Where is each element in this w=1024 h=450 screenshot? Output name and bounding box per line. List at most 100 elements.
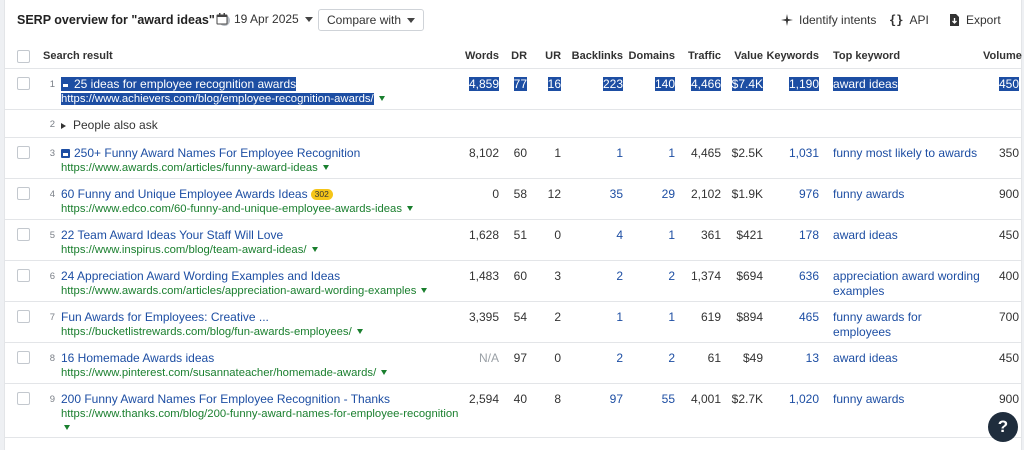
col-volume[interactable]: Volume (983, 44, 1022, 69)
url-dropdown-icon[interactable] (381, 370, 388, 375)
top-keyword-link[interactable]: award ideas (833, 220, 983, 243)
volume-value: 900 (998, 392, 1020, 406)
row-checkbox[interactable] (17, 228, 30, 241)
row-checkbox[interactable] (17, 269, 30, 282)
result-url-link[interactable]: https://www.awards.com/articles/apprecia… (61, 284, 463, 299)
spacer (819, 44, 834, 69)
keywords-link[interactable]: 636 (763, 261, 819, 283)
result-url-link[interactable]: https://www.thanks.com/blog/200-funny-aw… (61, 407, 463, 422)
url-dropdown-icon[interactable] (378, 96, 385, 101)
col-dr[interactable]: DR (499, 44, 528, 69)
value-value: $2.7K (731, 392, 764, 406)
compare-with-button[interactable]: Compare with (318, 9, 425, 31)
keywords-link[interactable]: 976 (763, 179, 819, 201)
domains-link[interactable]: 55 (623, 384, 675, 406)
url-dropdown-icon[interactable] (421, 288, 428, 293)
backlinks-link[interactable]: 1 (561, 138, 623, 160)
api-button[interactable]: {} API (889, 13, 929, 27)
backlinks-link[interactable]: 2 (561, 343, 623, 365)
backlinks-link[interactable]: 1 (561, 302, 623, 324)
top-keyword-link[interactable]: award ideas (833, 77, 898, 91)
identify-intents-button[interactable]: Identify intents (781, 13, 876, 27)
result-url-link[interactable]: https://www.edco.com/60-funny-and-unique… (61, 202, 463, 217)
result-url-link[interactable]: https://www.achievers.com/blog/employee-… (61, 92, 463, 107)
value-value: $1.9K (731, 187, 764, 201)
people-also-ask-toggle[interactable]: People also ask (61, 110, 1021, 132)
top-keyword-link[interactable]: funny awards (833, 179, 983, 202)
col-words[interactable]: Words (463, 44, 500, 69)
col-keywords[interactable]: Keywords (763, 44, 820, 69)
domains-link[interactable]: 1 (623, 138, 675, 160)
result-title-link[interactable]: 200 Funny Award Names For Employee Recog… (61, 392, 463, 407)
row-checkbox[interactable] (17, 146, 30, 159)
help-button[interactable]: ? (988, 412, 1018, 442)
top-keyword-link[interactable]: funny most likely to awards (833, 138, 983, 161)
col-top-keyword[interactable]: Top keyword (833, 44, 984, 69)
top-keyword-link[interactable]: funny awards (833, 384, 983, 407)
ur-value: 2 (554, 310, 562, 324)
dr-value: 51 (513, 228, 528, 242)
sparkle-icon (781, 14, 793, 26)
page-title-text: SERP overview for "award ideas" (17, 13, 215, 27)
image-icon (61, 149, 70, 158)
domains-link[interactable]: 1 (623, 302, 675, 324)
url-dropdown-icon[interactable] (311, 247, 318, 252)
top-keyword-link[interactable]: appreciation award wording examples (833, 261, 983, 299)
backlinks-link[interactable]: 35 (561, 179, 623, 201)
row-checkbox[interactable] (17, 351, 30, 364)
result-title-link[interactable]: 25 ideas for employee recognition awards (61, 77, 463, 92)
row-checkbox[interactable] (17, 77, 30, 90)
ur-value: 8 (554, 392, 562, 406)
col-backlinks[interactable]: Backlinks (561, 44, 624, 69)
select-all-checkbox[interactable] (17, 49, 30, 63)
backlinks-link[interactable]: 4 (561, 220, 623, 242)
result-url-link[interactable]: https://bucketlistrewards.com/blog/fun-a… (61, 325, 463, 340)
result-title-link[interactable]: 60 Funny and Unique Employee Awards Idea… (61, 187, 463, 202)
result-url-link[interactable]: https://www.inspirus.com/blog/team-award… (61, 243, 463, 258)
col-ur[interactable]: UR (527, 44, 562, 69)
backlinks-link[interactable]: 223 (602, 77, 624, 91)
domains-link[interactable]: 2 (623, 343, 675, 365)
row-checkbox[interactable] (17, 392, 30, 405)
row-checkbox[interactable] (17, 310, 30, 323)
domains-link[interactable]: 2 (623, 261, 675, 283)
domains-link[interactable]: 140 (654, 77, 676, 91)
col-traffic[interactable]: Traffic (675, 44, 722, 69)
image-icon (61, 80, 70, 89)
result-title-link[interactable]: 16 Homemade Awards ideas (61, 351, 463, 366)
table-row: 5 22 Team Award Ideas Your Staff Will Lo… (5, 219, 1022, 261)
result-title-link[interactable]: 250+ Funny Award Names For Employee Reco… (61, 146, 463, 161)
result-title-link[interactable]: 22 Team Award Ideas Your Staff Will Love (61, 228, 463, 243)
result-title-link[interactable]: Fun Awards for Employees: Creative ... (61, 310, 463, 325)
domains-link[interactable]: 1 (623, 220, 675, 242)
url-dropdown-icon[interactable] (356, 329, 363, 334)
result-url-link[interactable]: https://www.awards.com/articles/funny-aw… (61, 161, 463, 176)
backlinks-link[interactable]: 2 (561, 261, 623, 283)
url-dropdown-icon[interactable] (406, 206, 413, 211)
domains-link[interactable]: 29 (623, 179, 675, 201)
url-dropdown-icon[interactable] (322, 165, 329, 170)
keywords-link[interactable]: 13 (763, 343, 819, 365)
value-value: $694 (736, 269, 764, 283)
export-button[interactable]: Export (949, 13, 1001, 27)
top-keyword-link[interactable]: award ideas (833, 343, 983, 366)
result-url-link[interactable]: https://www.pinterest.com/susannateacher… (61, 366, 463, 381)
backlinks-link[interactable]: 97 (561, 384, 623, 406)
date-picker[interactable]: 19 Apr 2025 (216, 12, 313, 26)
keywords-link[interactable]: 178 (763, 220, 819, 242)
col-value[interactable]: Value (721, 44, 764, 69)
calendar-icon (216, 13, 228, 25)
row-number: 1 (49, 79, 55, 90)
keywords-link[interactable]: 1,031 (763, 138, 819, 160)
col-domains[interactable]: Domains (623, 44, 676, 69)
result-title-link[interactable]: 24 Appreciation Award Wording Examples a… (61, 269, 463, 284)
col-search-result[interactable]: Search result (37, 44, 464, 69)
keywords-link[interactable]: 1,020 (763, 384, 819, 406)
table-row: 7 Fun Awards for Employees: Creative ...… (5, 301, 1022, 343)
row-checkbox[interactable] (17, 187, 30, 200)
keywords-link[interactable]: 1,190 (788, 77, 820, 91)
url-dropdown-icon[interactable] (64, 425, 70, 430)
top-keyword-link[interactable]: funny awards for employees (833, 302, 983, 340)
keywords-link[interactable]: 465 (763, 302, 819, 324)
chevron-right-icon (61, 123, 66, 129)
